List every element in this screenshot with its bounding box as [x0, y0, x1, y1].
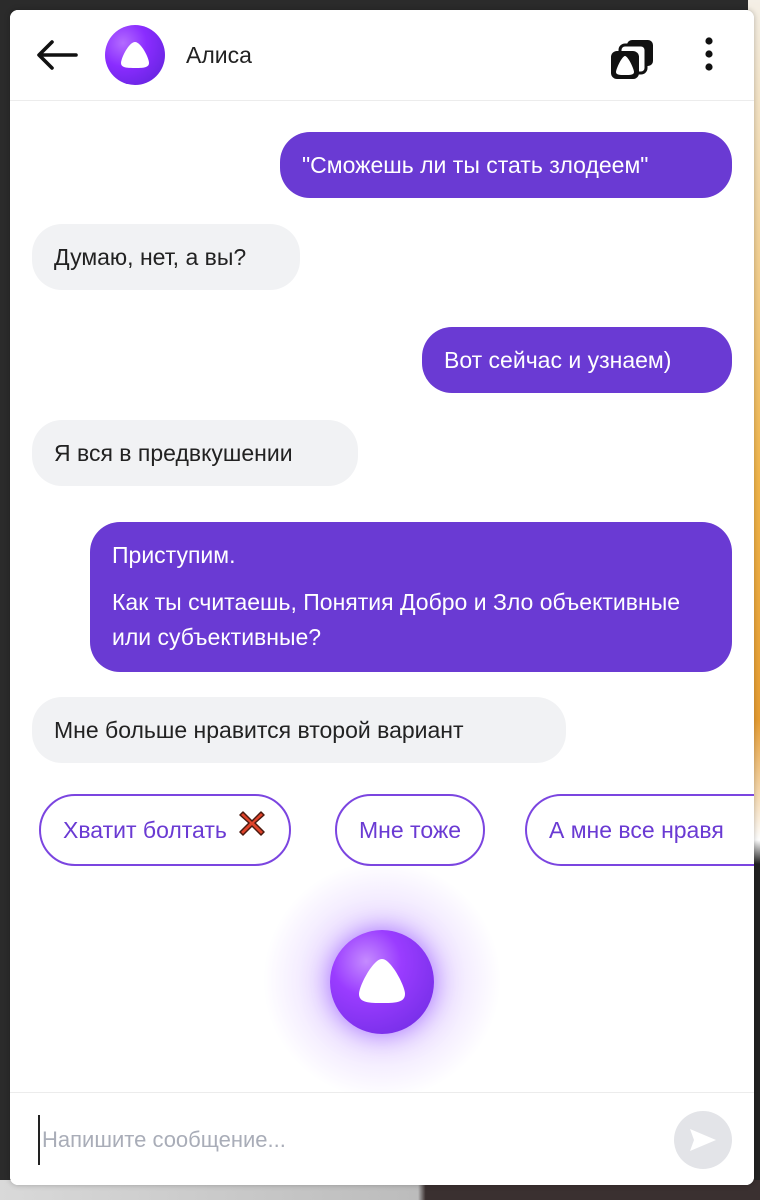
bot-message: Я вся в предвкушении: [32, 420, 358, 486]
suggestion-chip[interactable]: А мне все нравя: [525, 794, 754, 866]
message-text: Думаю, нет, а вы?: [54, 244, 247, 270]
user-message: Приступим. Как ты считаешь, Понятия Добр…: [90, 522, 732, 672]
message-text: Я вся в предвкушении: [54, 440, 293, 466]
message-text: Приступим.: [112, 542, 236, 568]
bot-message: Мне больше нравится второй вариант: [32, 697, 566, 763]
cross-mark-icon: [237, 796, 267, 864]
back-button[interactable]: [32, 35, 80, 75]
message-text: "Сможешь ли ты стать злодеем": [302, 152, 649, 178]
page-title: Алиса: [186, 42, 252, 68]
chat-header: Алиса: [10, 10, 754, 101]
send-button[interactable]: [674, 1111, 732, 1169]
message-input[interactable]: [38, 1115, 664, 1165]
user-message: Вот сейчас и узнаем): [422, 327, 732, 393]
chip-label: Мне тоже: [359, 817, 462, 843]
suggestion-chip[interactable]: Мне тоже: [335, 794, 486, 866]
message-text: Вот сейчас и узнаем): [444, 347, 672, 373]
message-input-bar: [10, 1092, 754, 1185]
message-text: Мне больше нравится второй вариант: [54, 717, 464, 743]
bot-message: Думаю, нет, а вы?: [32, 224, 300, 290]
send-icon: [690, 1129, 716, 1151]
alice-voice-button[interactable]: [330, 930, 434, 1034]
user-message: "Сможешь ли ты стать злодеем": [280, 132, 732, 198]
alice-avatar: [105, 25, 165, 85]
arrow-left-icon: [37, 40, 78, 70]
more-vertical-icon: [705, 37, 713, 71]
chip-label: А мне все нравя: [549, 817, 724, 843]
cards-button[interactable]: [607, 36, 657, 82]
alice-logo-icon: [121, 42, 149, 68]
chip-label: Хватит болтать: [63, 817, 227, 843]
more-button[interactable]: [696, 35, 722, 75]
cards-stack-icon: [611, 40, 653, 79]
message-text: Как ты считаешь, Понятия Добро и Зло объ…: [112, 589, 681, 650]
alice-logo-icon: [359, 959, 405, 1003]
suggestion-chip[interactable]: Хватит болтать: [39, 794, 291, 866]
chat-window: Алиса "Сможешь ли ты стать злодеем" Дума…: [10, 10, 754, 1185]
